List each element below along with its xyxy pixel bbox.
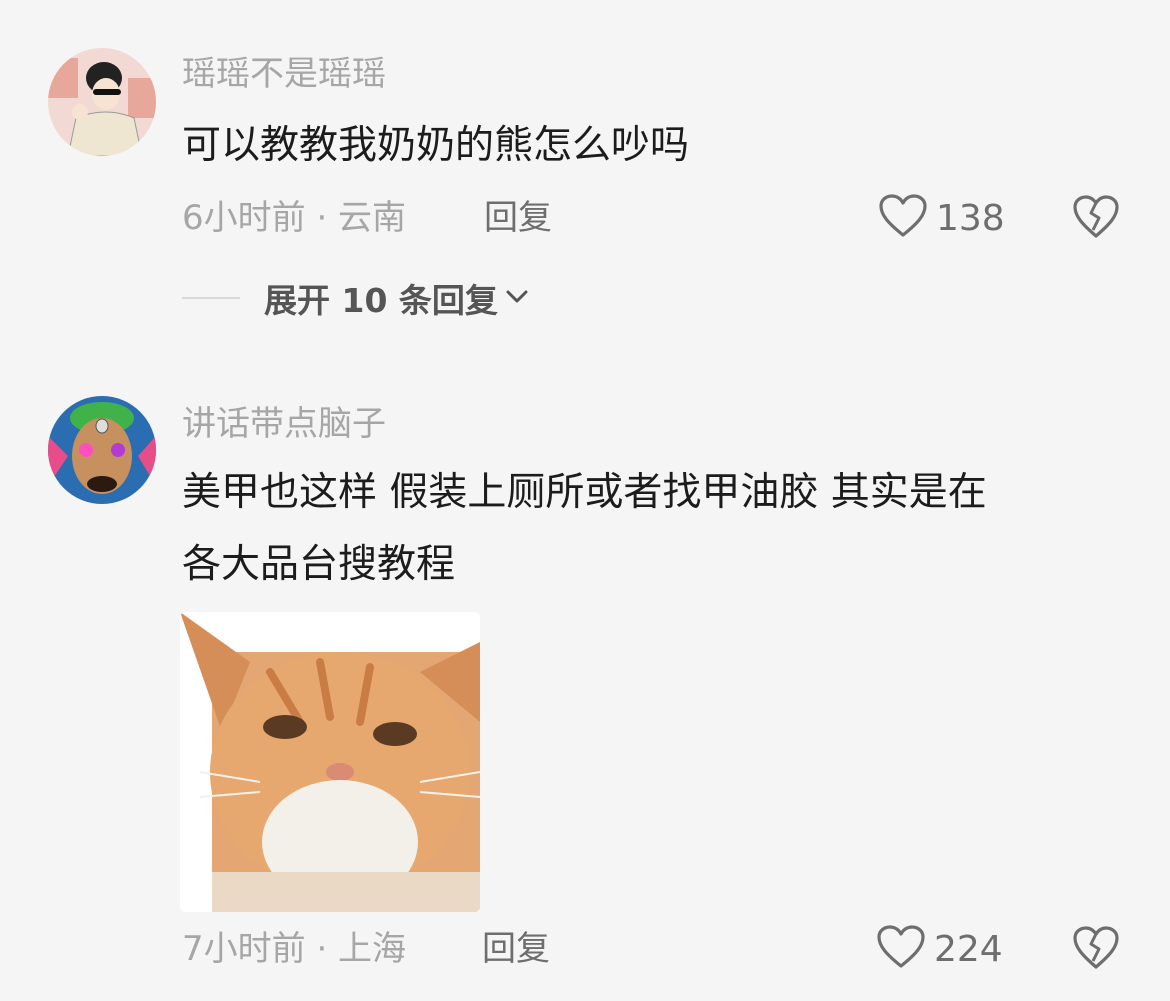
username[interactable]: 瑶瑶不是瑶瑶 — [182, 54, 386, 94]
chevron-down-icon — [506, 289, 528, 308]
comment-item: 瑶瑶不是瑶瑶 可以教教我奶奶的熊怎么吵吗 6小时前 · 云南 回复 138 展开… — [0, 0, 1170, 340]
heart-outline-icon — [876, 924, 926, 974]
divider-line — [182, 297, 240, 299]
comment-meta: 7小时前 · 上海 — [182, 929, 407, 969]
like-button[interactable]: 224 — [876, 925, 1003, 973]
like-count: 138 — [936, 197, 1005, 239]
comment-text: 可以教教我奶奶的熊怎么吵吗 — [182, 123, 690, 168]
comment-text-line-1: 美甲也这样 假装上厕所或者找甲油胶 其实是在 — [182, 470, 987, 515]
like-button[interactable]: 138 — [878, 194, 1005, 242]
broken-heart-icon — [1072, 195, 1120, 244]
comment-meta: 6小时前 · 云南 — [182, 198, 407, 238]
heart-outline-icon — [878, 193, 928, 243]
broken-heart-icon — [1072, 926, 1120, 975]
avatar[interactable] — [48, 48, 156, 156]
reply-button[interactable]: 回复 — [482, 929, 550, 969]
reply-button[interactable]: 回复 — [484, 198, 552, 238]
expand-replies-button[interactable]: 展开 10 条回复 — [182, 278, 528, 320]
comment-item: 讲话带点脑子 美甲也这样 假装上厕所或者找甲油胶 其实是在 各大品台搜教程 7小… — [0, 340, 1170, 1001]
username[interactable]: 讲话带点脑子 — [182, 404, 386, 444]
dislike-button[interactable] — [1072, 925, 1120, 973]
avatar[interactable] — [48, 396, 156, 504]
cat-sticker-image[interactable] — [180, 612, 480, 912]
comment-text-line-2: 各大品台搜教程 — [182, 542, 456, 587]
dislike-button[interactable] — [1072, 194, 1120, 242]
like-count: 224 — [934, 928, 1003, 970]
expand-replies-label: 展开 10 条回复 — [264, 281, 498, 320]
